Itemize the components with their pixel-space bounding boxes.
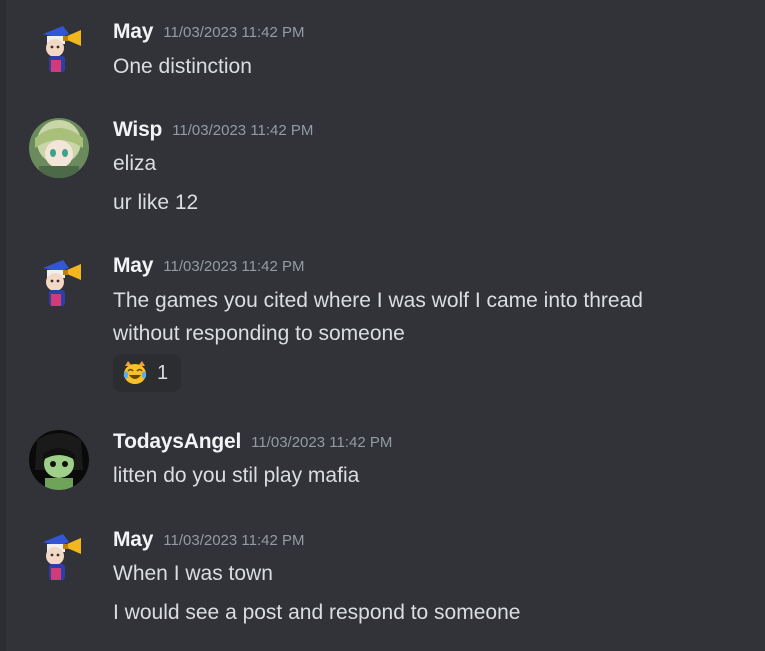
channel-edge [0, 0, 6, 651]
username[interactable]: May [113, 20, 153, 43]
message-text: eliza [113, 152, 157, 175]
dark-green-character-avatar-icon [29, 430, 89, 490]
username[interactable]: TodaysAngel [113, 430, 241, 453]
message-header: May 11/03/2023 11:42 PM [113, 20, 304, 44]
timestamp: 11/03/2023 11:42 PM [163, 24, 305, 41]
timestamp: 11/03/2023 11:42 PM [251, 434, 393, 451]
timestamp: 11/03/2023 11:42 PM [172, 122, 314, 139]
username[interactable]: Wisp [113, 118, 162, 141]
message-header: Wisp 11/03/2023 11:42 PM [113, 118, 313, 142]
reaction-count: 1 [157, 361, 169, 384]
message-text: The games you cited where I was wolf I c… [113, 289, 643, 312]
message-header: May 11/03/2023 11:42 PM [113, 528, 304, 552]
timestamp: 11/03/2023 11:42 PM [163, 258, 305, 275]
avatar[interactable] [29, 118, 89, 178]
message-text: litten do you stil play mafia [113, 464, 360, 487]
anime-character-avatar-icon [29, 118, 89, 178]
avatar[interactable] [29, 430, 89, 490]
avatar[interactable] [29, 254, 89, 314]
message-text: One distinction [113, 55, 252, 78]
megaphone-character-avatar-icon [29, 20, 89, 80]
message-header: May 11/03/2023 11:42 PM [113, 254, 304, 278]
username[interactable]: May [113, 528, 153, 551]
avatar[interactable] [29, 528, 89, 588]
message-text: without responding to someone [113, 322, 405, 345]
message-header: TodaysAngel 11/03/2023 11:42 PM [113, 430, 392, 454]
joy-cat-icon [123, 361, 147, 384]
megaphone-character-avatar-icon [29, 254, 89, 314]
avatar[interactable] [29, 20, 89, 80]
megaphone-character-avatar-icon [29, 528, 89, 588]
message-text: I would see a post and respond to someon… [113, 601, 521, 624]
timestamp: 11/03/2023 11:42 PM [163, 532, 305, 549]
username[interactable]: May [113, 254, 153, 277]
message-text: ur like 12 [113, 191, 199, 214]
message-text: When I was town [113, 562, 273, 585]
reaction-button[interactable]: 1 [113, 354, 181, 392]
